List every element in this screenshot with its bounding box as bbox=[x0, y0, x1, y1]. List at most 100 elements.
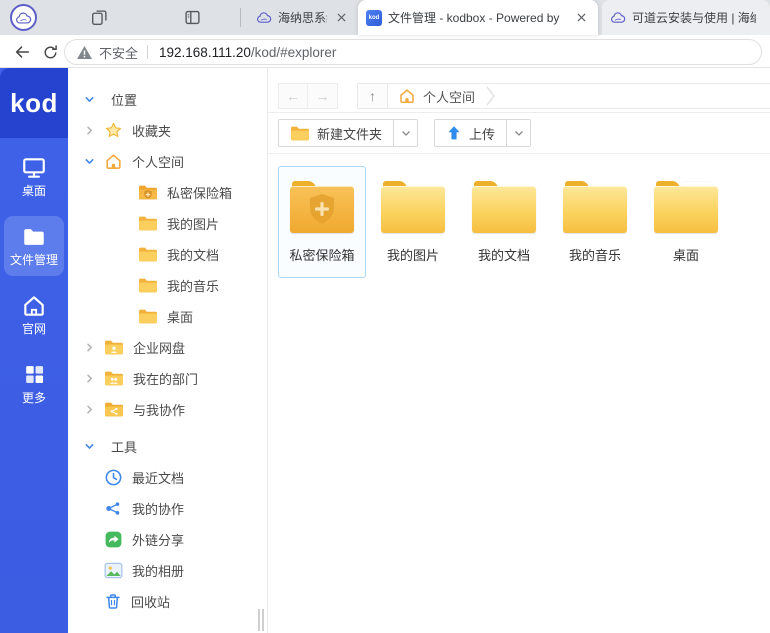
tab-groups-icon[interactable] bbox=[90, 8, 109, 27]
url-path: /kod/#explorer bbox=[251, 45, 337, 60]
folder-yellow-icon bbox=[290, 125, 310, 142]
tree-item[interactable]: 最近文档 bbox=[68, 462, 267, 493]
rail-item-desktop[interactable]: 桌面 bbox=[4, 147, 64, 207]
chevron-down-icon[interactable] bbox=[84, 441, 104, 452]
browser-tab[interactable]: 海纳思系统 bbox=[248, 0, 358, 35]
browser-tab[interactable]: kod 文件管理 - kodbox - Powered by bbox=[358, 0, 598, 35]
workspace-cloud-icon[interactable] bbox=[10, 4, 37, 31]
file-explorer: ← → ↑ 个人空间 bbox=[268, 68, 770, 633]
rail-item-grid[interactable]: 更多 bbox=[4, 354, 64, 414]
trash-icon bbox=[104, 592, 122, 611]
security-label: 不安全 bbox=[99, 43, 138, 62]
history-back-button[interactable]: ← bbox=[278, 83, 308, 109]
tree-item-label: 外链分享 bbox=[132, 530, 184, 549]
rail-item-label: 更多 bbox=[22, 389, 46, 406]
grid-icon bbox=[22, 361, 47, 388]
tree-item[interactable]: 我在的部门 bbox=[68, 363, 267, 394]
folder-icon bbox=[472, 181, 536, 233]
tree-item[interactable]: 桌面 bbox=[68, 301, 267, 332]
button-label: 上传 bbox=[469, 124, 495, 143]
history-forward-button[interactable]: → bbox=[308, 83, 338, 109]
upload-button[interactable]: 上传 bbox=[434, 119, 507, 147]
up-button[interactable]: ↑ bbox=[358, 84, 388, 108]
tree-item[interactable]: 我的文档 bbox=[68, 239, 267, 270]
tab-title: 海纳思系统 bbox=[278, 9, 327, 26]
star-icon bbox=[104, 121, 123, 140]
tree-item[interactable]: 我的协作 bbox=[68, 493, 267, 524]
file-item[interactable]: 我的图片 bbox=[369, 166, 457, 278]
dropdown-caret-icon[interactable] bbox=[394, 119, 418, 147]
file-name: 我的音乐 bbox=[569, 245, 621, 264]
share-nodes-icon bbox=[104, 499, 123, 518]
tree-item[interactable]: 我的相册 bbox=[68, 555, 267, 586]
divider bbox=[240, 8, 241, 27]
tree-item[interactable]: 我的图片 bbox=[68, 208, 267, 239]
refresh-button[interactable] bbox=[38, 40, 62, 64]
browser-tab[interactable]: 可道云安装与使用 | 海纳思 bbox=[602, 0, 770, 35]
vertical-tabs-icon[interactable] bbox=[183, 8, 202, 27]
folder-user-icon bbox=[104, 339, 124, 356]
dropdown-caret-icon[interactable] bbox=[507, 119, 531, 147]
tree-item-label: 工具 bbox=[111, 437, 137, 456]
file-name: 我的图片 bbox=[387, 245, 439, 264]
rail-item-home-outline[interactable]: 官网 bbox=[4, 285, 64, 345]
file-item[interactable]: 我的文档 bbox=[460, 166, 548, 278]
panel-resize-handle[interactable] bbox=[258, 609, 264, 631]
tree-item-label: 企业网盘 bbox=[133, 338, 185, 357]
back-button[interactable] bbox=[10, 40, 34, 64]
tree-item[interactable]: 回收站 bbox=[68, 586, 267, 617]
file-item[interactable]: 私密保险箱 bbox=[278, 166, 366, 278]
file-item[interactable]: 我的音乐 bbox=[551, 166, 639, 278]
tree-item-label: 个人空间 bbox=[132, 152, 184, 171]
photo-icon bbox=[104, 562, 123, 579]
tree-item-label: 我的文档 bbox=[167, 245, 219, 264]
home-icon bbox=[398, 87, 416, 105]
address-bar[interactable]: 不安全 192.168.111.20 /kod/#explorer bbox=[64, 39, 762, 65]
app-rail: kod 桌面 文件管理 官网 更多 bbox=[0, 68, 68, 633]
tab-close-icon[interactable] bbox=[333, 9, 350, 26]
tree-item[interactable]: 工具 bbox=[68, 431, 267, 462]
folder-white-icon bbox=[21, 223, 47, 250]
tree-item[interactable]: 收藏夹 bbox=[68, 115, 267, 146]
breadcrumb[interactable]: 个人空间 bbox=[388, 85, 495, 107]
chevron-right-icon[interactable] bbox=[84, 125, 104, 136]
file-name: 桌面 bbox=[673, 245, 699, 264]
file-grid: 私密保险箱 我的图片 我的文档 我的音乐 桌面 bbox=[268, 154, 770, 633]
chevron-right-icon[interactable] bbox=[84, 373, 104, 384]
file-item[interactable]: 桌面 bbox=[642, 166, 730, 278]
file-name: 私密保险箱 bbox=[289, 245, 354, 264]
folder-share-icon bbox=[104, 401, 124, 418]
tree-item[interactable]: 私密保险箱 bbox=[68, 177, 267, 208]
tree-item-label: 我的图片 bbox=[167, 214, 219, 233]
security-warning-icon[interactable] bbox=[77, 46, 92, 59]
clock-icon bbox=[104, 468, 123, 487]
rail-item-label: 文件管理 bbox=[10, 251, 58, 268]
tree-item[interactable]: 位置 bbox=[68, 84, 267, 115]
tree-item[interactable]: 我的音乐 bbox=[68, 270, 267, 301]
tree-item-label: 我的音乐 bbox=[167, 276, 219, 295]
folder-tree: 位置 收藏夹 个人空间 私密保险箱 我的图片 我的文档 我的音乐 桌面 企业网盘… bbox=[68, 68, 268, 633]
browser-window: 海纳思系统 kod 文件管理 - kodbox - Powered by 可道云… bbox=[0, 0, 770, 633]
tree-item-label: 我在的部门 bbox=[133, 369, 198, 388]
chevron-right-icon bbox=[486, 85, 495, 107]
home-orange-icon bbox=[104, 152, 123, 171]
tree-item[interactable]: 外链分享 bbox=[68, 524, 267, 555]
chevron-down-icon[interactable] bbox=[84, 156, 104, 167]
tab-title: 文件管理 - kodbox - Powered by bbox=[388, 9, 567, 26]
folder-files-icon bbox=[654, 181, 718, 233]
chevron-right-icon[interactable] bbox=[84, 404, 104, 415]
chevron-down-icon[interactable] bbox=[84, 94, 104, 105]
chevron-right-icon[interactable] bbox=[84, 342, 104, 353]
url-host: 192.168.111.20 bbox=[159, 45, 251, 60]
tree-item[interactable]: 个人空间 bbox=[68, 146, 267, 177]
folder-yellow-icon bbox=[138, 246, 158, 263]
rail-item-folder-white[interactable]: 文件管理 bbox=[4, 216, 64, 276]
new-folder-button[interactable]: 新建文件夹 bbox=[278, 119, 394, 147]
tree-item[interactable]: 文件类型 bbox=[68, 625, 267, 633]
kodbox-app: kod 桌面 文件管理 官网 更多 位置 收藏夹 个人空间 私密保险箱 我的图片… bbox=[0, 68, 770, 633]
tree-item-label: 桌面 bbox=[167, 307, 193, 326]
tree-item[interactable]: 与我协作 bbox=[68, 394, 267, 425]
tree-item[interactable]: 企业网盘 bbox=[68, 332, 267, 363]
tab-close-icon[interactable] bbox=[573, 9, 590, 26]
browser-tab-bar: 海纳思系统 kod 文件管理 - kodbox - Powered by 可道云… bbox=[0, 0, 770, 35]
